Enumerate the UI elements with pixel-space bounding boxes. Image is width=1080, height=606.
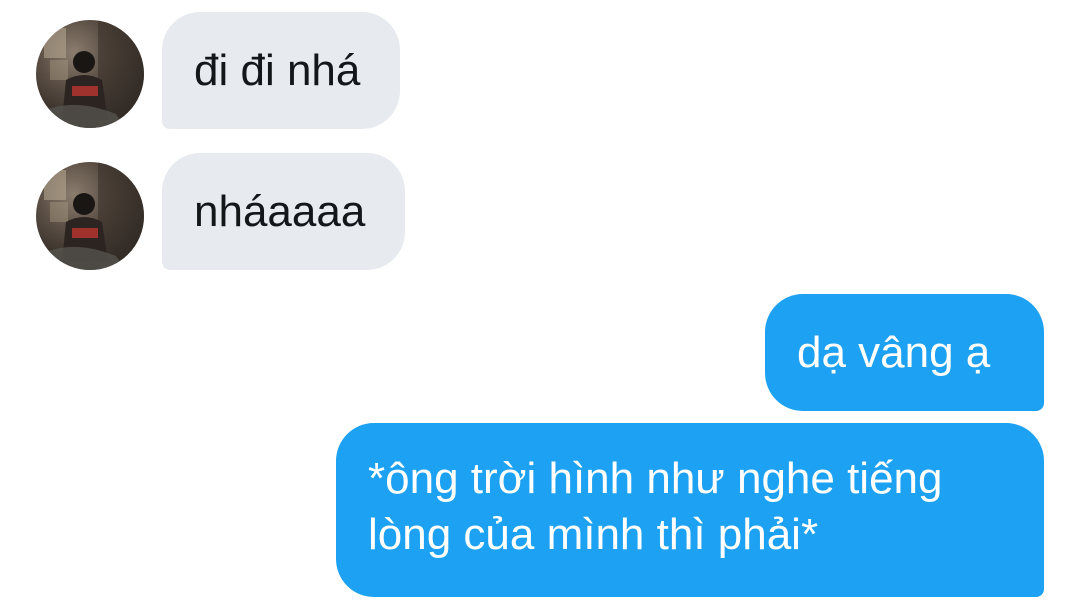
message-bubble-outgoing[interactable]: *ông trời hình như nghe tiếng lòng của m… bbox=[336, 423, 1044, 597]
message-text: đi đi nhá bbox=[194, 46, 361, 95]
user-avatar-photo-icon bbox=[36, 20, 144, 128]
message-text: dạ vâng ạ bbox=[797, 328, 991, 377]
message-text: nháaaaa bbox=[194, 187, 366, 236]
message-bubble-incoming[interactable]: nháaaaa bbox=[162, 153, 406, 270]
sender-avatar[interactable] bbox=[36, 162, 144, 270]
user-avatar-photo-icon bbox=[36, 162, 144, 270]
sender-avatar[interactable] bbox=[36, 20, 144, 128]
message-text-line: lòng của mình thì phải* bbox=[368, 510, 819, 559]
conversation-thread: đi đi nhá nháaaaa dạ vâng ạ *ông trời hì… bbox=[0, 0, 1080, 606]
message-text-line: *ông trời hình như nghe tiếng bbox=[368, 454, 943, 503]
message-bubble-incoming[interactable]: đi đi nhá bbox=[162, 12, 401, 129]
message-bubble-outgoing[interactable]: dạ vâng ạ bbox=[765, 294, 1044, 411]
